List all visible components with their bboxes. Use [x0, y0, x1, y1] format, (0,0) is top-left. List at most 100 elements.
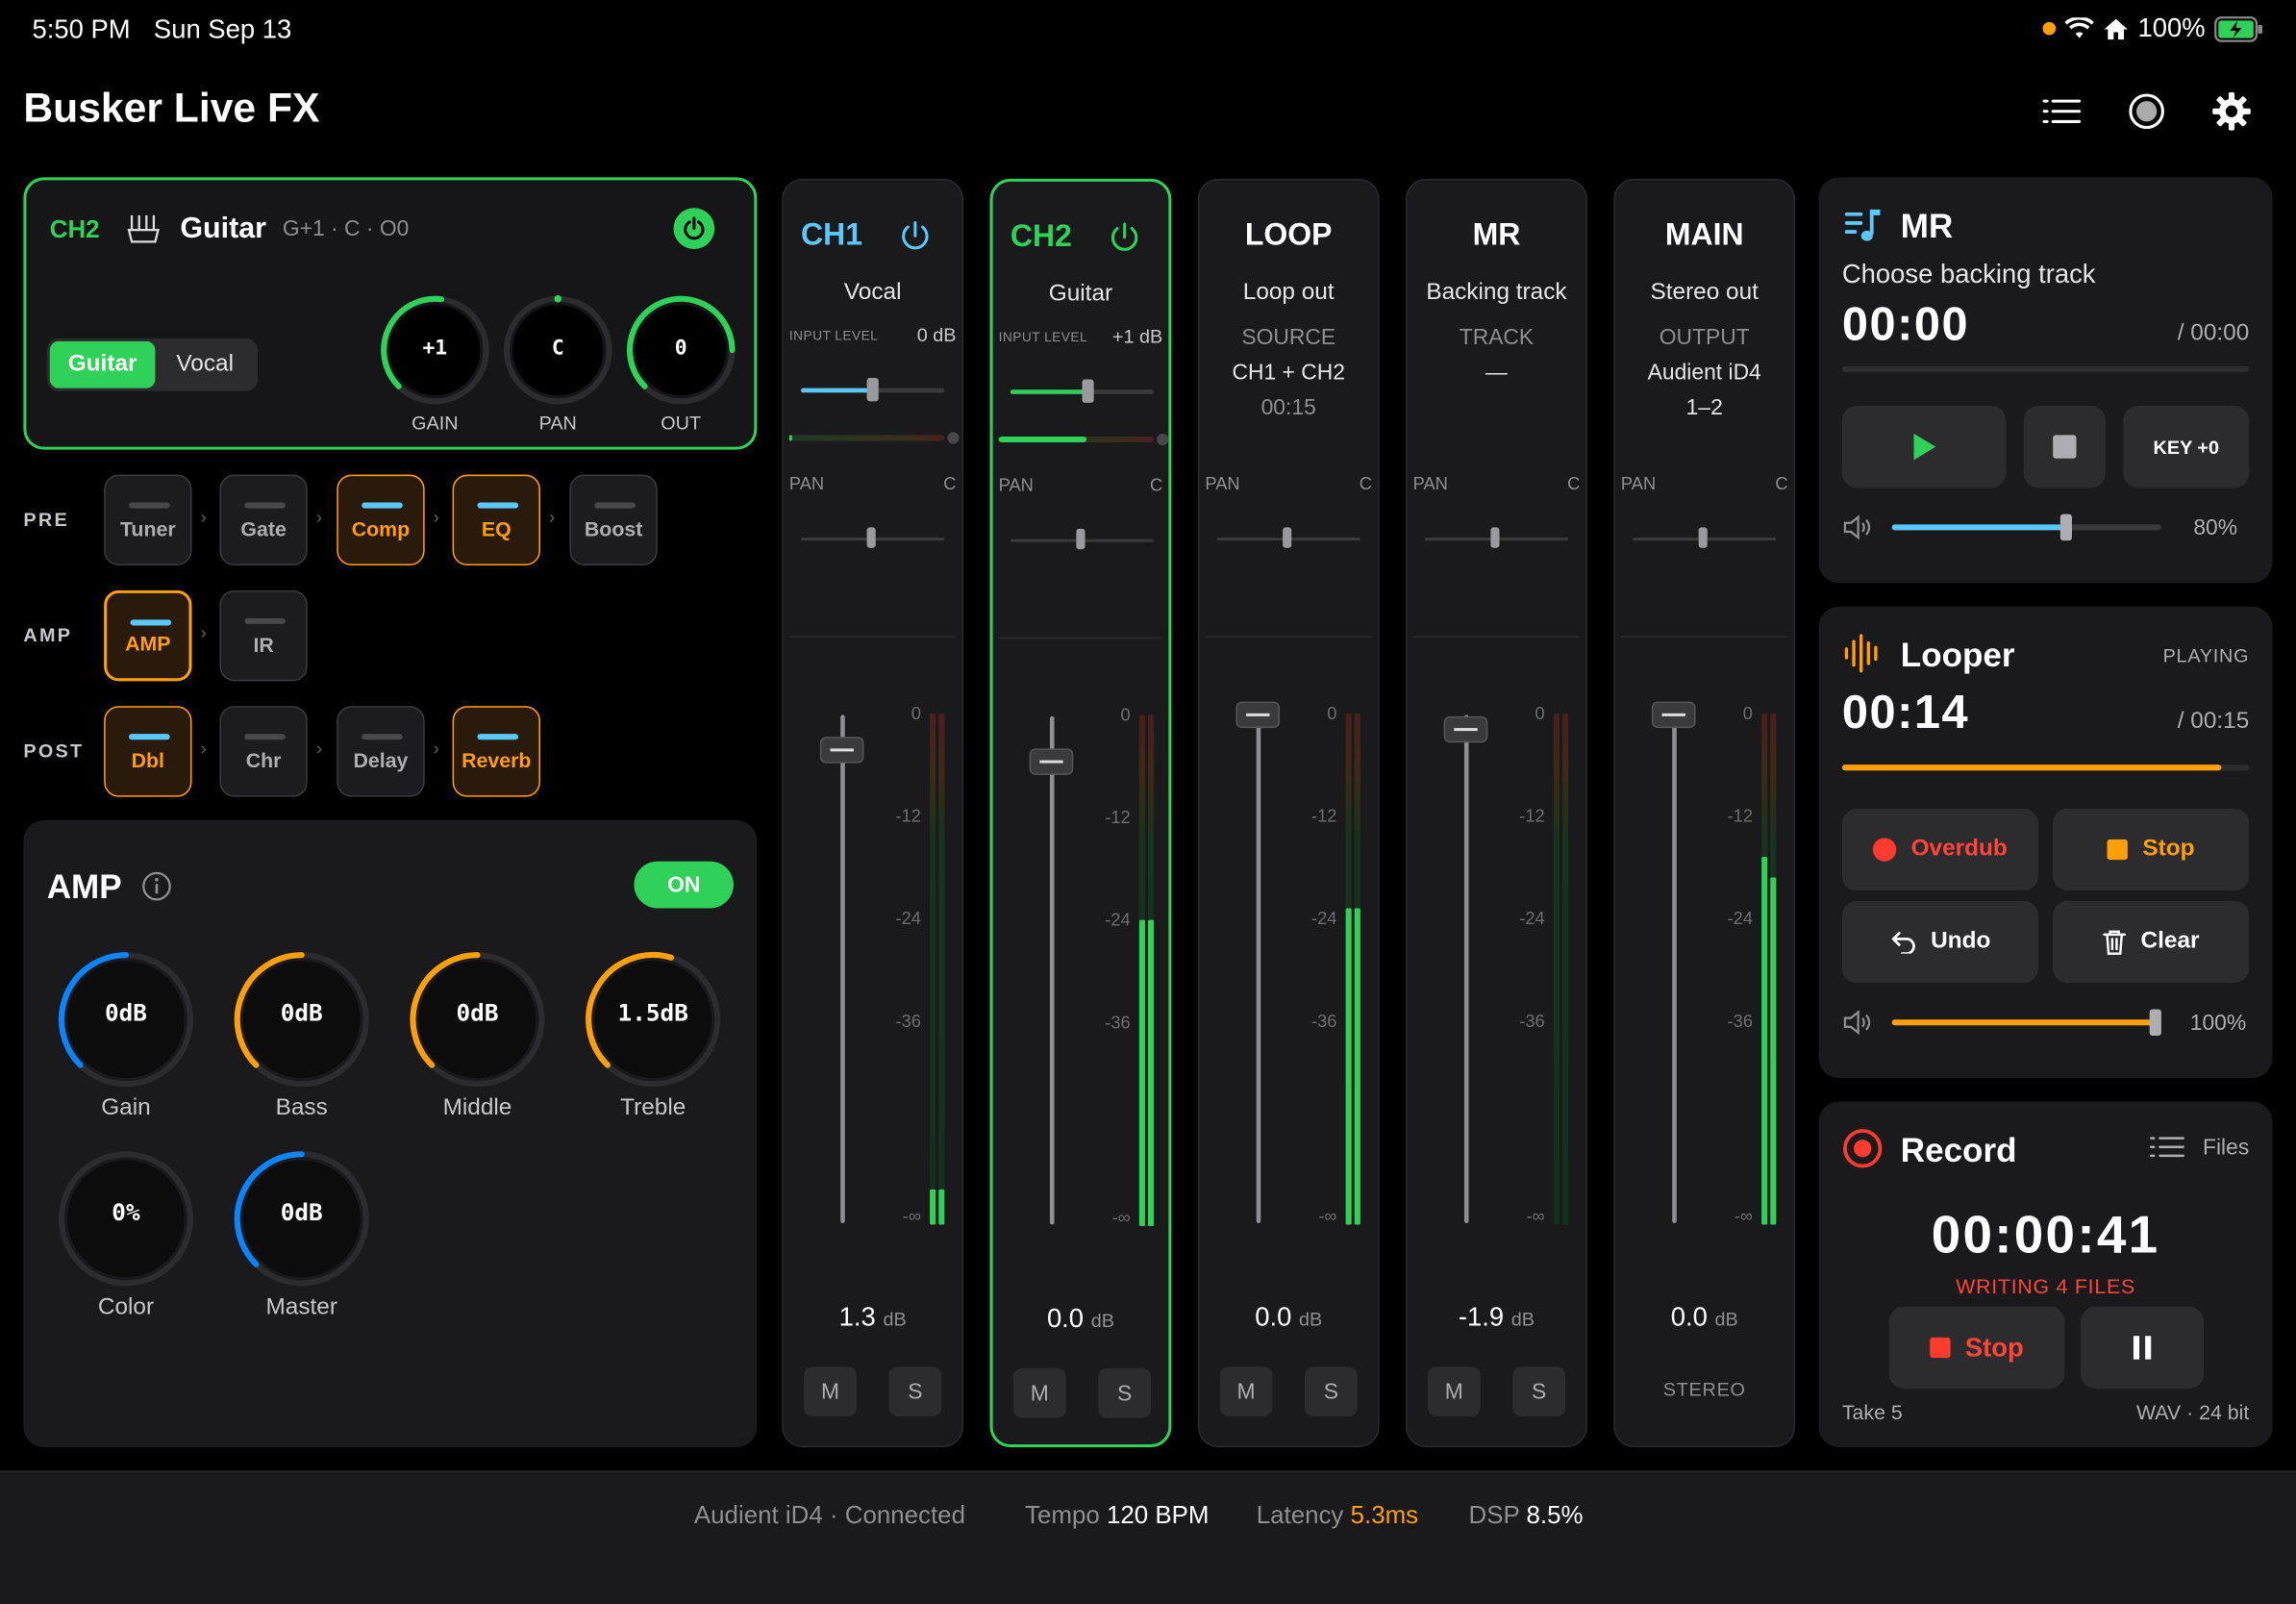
meter-scale-label: -12 [895, 805, 921, 827]
volume-fader-track[interactable] [840, 714, 845, 1223]
input-meter [998, 436, 1155, 443]
mr-subtitle[interactable]: Choose backing track [1842, 260, 2096, 290]
power-icon[interactable] [1107, 219, 1142, 262]
mr-volume-slider[interactable] [1891, 514, 2161, 541]
pan-thumb[interactable] [866, 527, 876, 548]
fx-chr[interactable]: Chr [219, 706, 308, 797]
mr-key-button[interactable]: KEY +0 [2123, 405, 2250, 489]
solo-button[interactable]: S [888, 1366, 942, 1417]
amp-knob-value: 0dB [104, 998, 147, 1027]
mr-volume-thumb[interactable] [2060, 514, 2073, 541]
pan-label: PAN [1620, 473, 1657, 494]
channel-power-button[interactable] [673, 208, 715, 249]
battery-percent: 100% [2137, 13, 2206, 43]
looper-overdub-button[interactable]: Overdub [1841, 808, 2038, 891]
fx-dbl[interactable]: Dbl [104, 706, 192, 797]
volume-fader-thumb[interactable] [1235, 701, 1281, 729]
volume-fader-thumb[interactable] [819, 737, 864, 764]
amp-knob-middle[interactable]: 0dB [407, 949, 547, 1090]
mute-button[interactable]: M [804, 1366, 857, 1417]
record-circle-icon[interactable] [2126, 90, 2167, 132]
fx-tuner[interactable]: Tuner [104, 474, 192, 565]
input-level-thumb[interactable] [866, 378, 879, 402]
mute-button[interactable]: M [1012, 1367, 1066, 1418]
chevron-right-icon: › [433, 738, 439, 760]
looper-volume-slider[interactable] [1891, 1009, 2161, 1036]
level-meter-fill [938, 1189, 945, 1225]
fx-gate[interactable]: Gate [219, 474, 308, 565]
looper-volume-thumb[interactable] [2149, 1009, 2161, 1036]
mr-stop-button[interactable] [2023, 405, 2107, 489]
pan-slider[interactable] [1010, 528, 1155, 550]
channel-strip-loop: LOOP Loop out SOURCE CH1 + CH2 00:15 PAN C 0 -12… [1197, 178, 1380, 1448]
mr-play-button[interactable] [1841, 405, 2007, 489]
volume-fader-thumb[interactable] [1443, 716, 1488, 743]
channel-id: CH2 [49, 214, 100, 243]
solo-button[interactable]: S [1098, 1367, 1152, 1418]
amp-knob-gain[interactable]: 0dB [56, 949, 196, 1090]
volume-fader-track[interactable] [1463, 714, 1469, 1223]
looper-stop-button[interactable]: Stop [2053, 808, 2250, 891]
amp-knob-treble[interactable]: 1.5dB [583, 949, 723, 1090]
fx-delay[interactable]: Delay [337, 706, 425, 797]
mode-guitar-button[interactable]: Guitar [49, 340, 156, 388]
list-icon[interactable] [2041, 90, 2083, 132]
solo-button[interactable]: S [1304, 1366, 1358, 1417]
fx-reverb[interactable]: Reverb [452, 706, 540, 797]
post-row-label: POST [23, 739, 85, 763]
power-icon[interactable] [898, 218, 934, 261]
gain-knob-label: GAIN [412, 412, 459, 434]
record-pause-button[interactable] [2081, 1306, 2205, 1390]
meter-scale-label: -36 [1311, 1011, 1337, 1032]
out-knob[interactable]: 0 [624, 293, 738, 408]
gain-knob[interactable]: +1 [378, 293, 492, 408]
pan-slider[interactable] [801, 527, 945, 548]
meter-scale-label: -24 [895, 908, 921, 929]
mute-button[interactable]: M [1427, 1366, 1481, 1417]
mr-panel: MR Choose backing track 00:00 / 00:00 KE… [1818, 177, 2273, 584]
volume-fader-thumb[interactable] [1029, 748, 1074, 776]
amp-knob-value: 0dB [456, 998, 499, 1027]
fx-amp[interactable]: AMP [104, 589, 192, 682]
amp-knob-master[interactable]: 0dB [232, 1148, 372, 1289]
strip-name: Loop out [1242, 279, 1335, 305]
info-icon[interactable] [140, 870, 173, 903]
out-knob-value: 0 [674, 337, 687, 361]
pan-thumb[interactable] [1490, 527, 1500, 548]
fx-comp[interactable]: Comp [337, 474, 425, 565]
amp-knob-color[interactable]: 0% [56, 1148, 196, 1289]
volume-fader-track[interactable] [1672, 714, 1677, 1223]
record-stop-button[interactable]: Stop [1888, 1306, 2065, 1390]
looper-undo-button[interactable]: Undo [1841, 900, 2038, 984]
input-level-thumb[interactable] [1082, 379, 1094, 403]
pan-slider[interactable] [1633, 527, 1777, 548]
fx-eq[interactable]: EQ [452, 474, 540, 565]
volume-fader-track[interactable] [1049, 715, 1055, 1225]
mode-vocal-button[interactable]: Vocal [155, 341, 255, 388]
looper-clear-button[interactable]: Clear [2053, 900, 2250, 984]
channel-strip-mr: MR Backing track TRACK — PAN C 0 -12 -24 -36 -∞ -1.… [1406, 178, 1587, 1448]
volume-fader-track[interactable] [1256, 714, 1261, 1223]
volume-fader-thumb[interactable] [1651, 701, 1696, 729]
solo-button[interactable]: S [1512, 1366, 1566, 1417]
pan-thumb[interactable] [1283, 527, 1292, 548]
input-level-slider[interactable] [1010, 379, 1155, 403]
files-button[interactable]: Files [2150, 1134, 2249, 1160]
meter-scale-label: -36 [1519, 1011, 1545, 1032]
mute-button[interactable]: M [1219, 1366, 1273, 1417]
fx-boost[interactable]: Boost [569, 474, 658, 565]
amp-knob-value: 0dB [280, 998, 323, 1027]
pan-slider[interactable] [1216, 527, 1360, 548]
pan-knob[interactable]: C [501, 293, 615, 408]
strip-divider [1205, 636, 1373, 638]
pan-slider[interactable] [1424, 527, 1569, 548]
amp-on-toggle[interactable]: ON [634, 861, 735, 909]
gear-icon[interactable] [2211, 90, 2253, 132]
fx-ir[interactable]: IR [219, 589, 308, 682]
amp-knob-bass[interactable]: 0dB [232, 949, 372, 1090]
input-level-slider[interactable] [801, 378, 945, 402]
pan-thumb[interactable] [1698, 527, 1708, 548]
amp-knob-value: 0% [112, 1198, 140, 1226]
pan-thumb[interactable] [1076, 528, 1086, 550]
pan-label: PAN [1205, 473, 1240, 494]
